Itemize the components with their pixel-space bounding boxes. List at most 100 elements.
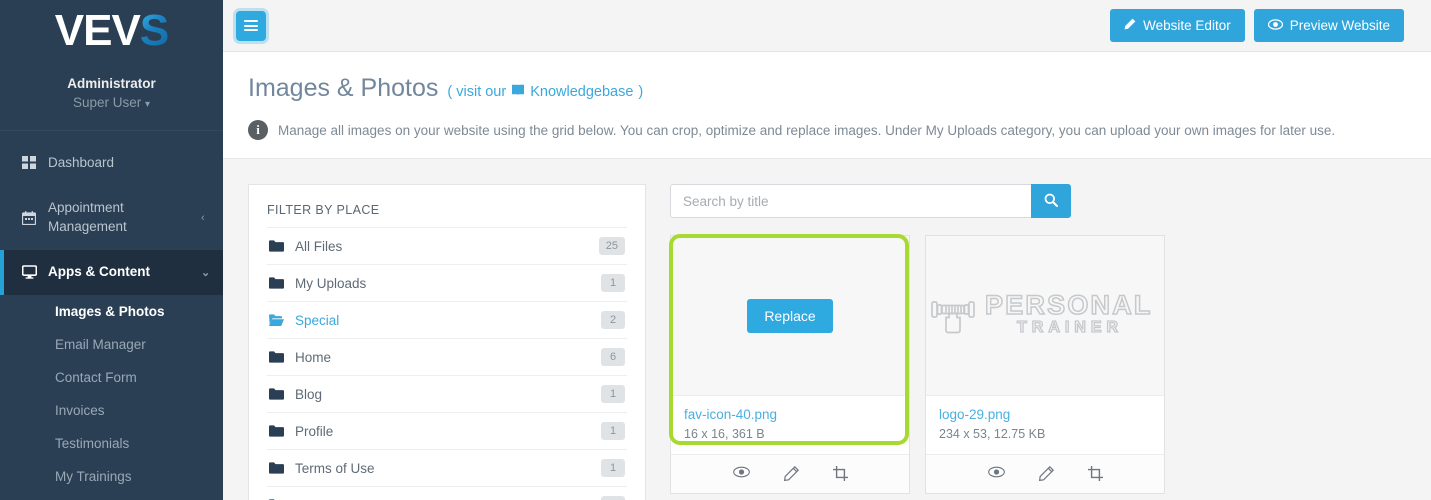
- search-button[interactable]: [1031, 184, 1071, 218]
- hamburger-menu-button[interactable]: [236, 10, 266, 41]
- folder-icon: [269, 351, 295, 363]
- folder-label: Home: [295, 349, 332, 365]
- card-actions: [926, 454, 1164, 493]
- info-notice-text: Manage all images on your website using …: [278, 122, 1336, 138]
- logo-main-text: PERSONAL: [985, 290, 1153, 320]
- kb-suffix-text: ): [638, 84, 644, 100]
- sidebar-item-label: Apps & Content: [48, 263, 150, 279]
- search-icon: [1044, 193, 1058, 210]
- folder-label: All Files: [295, 238, 343, 254]
- crop-icon[interactable]: [832, 466, 848, 481]
- user-profile: Administrator Super User ▾: [0, 62, 223, 131]
- page-header: Images & Photos ( visit our Knowledgebas…: [223, 52, 1431, 159]
- kb-prefix-text: ( visit our: [447, 84, 507, 100]
- logo-blue-part: S: [139, 6, 169, 55]
- edit-icon[interactable]: [783, 466, 799, 481]
- sidebar-item-contact-form[interactable]: Contact Form: [0, 361, 223, 394]
- page-title-row: Images & Photos ( visit our Knowledgebas…: [248, 74, 1404, 103]
- sidebar-item-invoices[interactable]: Invoices: [0, 394, 223, 427]
- main-area: Website Editor Preview Website Images & …: [223, 0, 1431, 500]
- folder-item-my-uploads[interactable]: My Uploads 1: [267, 264, 627, 301]
- preview-icon[interactable]: [987, 466, 1005, 481]
- top-bar: Website Editor Preview Website: [223, 0, 1431, 52]
- preview-icon[interactable]: [732, 466, 750, 481]
- folder-icon: [269, 388, 295, 400]
- folder-count-badge: 1: [601, 422, 625, 440]
- folder-label: My Uploads: [295, 275, 367, 291]
- sidebar-item-appointment-management[interactable]: Appointment Management ‹: [0, 186, 223, 250]
- folder-count-badge: 1: [601, 274, 625, 292]
- replace-button[interactable]: Replace: [747, 298, 833, 333]
- folder-item-all-files[interactable]: All Files 25: [267, 227, 627, 264]
- folder-open-icon: [269, 314, 295, 326]
- profile-role[interactable]: Super User ▾: [0, 95, 223, 110]
- info-notice: i Manage all images on your website usin…: [248, 120, 1404, 140]
- cards-grid: Replace fav-icon-40.png 16 x 16, 361 B P…: [669, 234, 1404, 494]
- edit-icon[interactable]: [1038, 466, 1054, 481]
- personal-trainer-logo: PERSONAL TRAINER: [930, 289, 1160, 341]
- knowledgebase-label: Knowledgebase: [530, 84, 634, 100]
- sidebar-item-my-trainings[interactable]: My Trainings: [0, 460, 223, 493]
- sidebar-item-dashboard[interactable]: Dashboard: [0, 141, 223, 186]
- folder-item-terms-of-use[interactable]: Terms of Use 1: [267, 449, 627, 486]
- knowledgebase-note: ( visit our Knowledgebase ): [447, 84, 643, 100]
- folder-label: Blog: [295, 386, 323, 402]
- folder-count-badge: 1: [601, 459, 625, 477]
- folder-item-special[interactable]: Special 2: [267, 301, 627, 338]
- dashboard-grid-icon: [22, 156, 48, 170]
- folder-icon: [269, 240, 295, 252]
- sidebar-item-email-manager[interactable]: Email Manager: [0, 328, 223, 361]
- sidebar-nav: Dashboard Appointment Management ‹ Apps …: [0, 131, 223, 499]
- card-thumbnail: Replace: [671, 236, 909, 396]
- folder-count-badge: 1: [601, 496, 625, 500]
- knowledgebase-link[interactable]: Knowledgebase: [511, 84, 633, 100]
- sidebar-item-label: Dashboard: [48, 155, 115, 170]
- brand-logo[interactable]: VEVS: [0, 0, 223, 62]
- folder-icon: [269, 277, 295, 289]
- card-dimensions-text: 16 x 16, 361 B: [684, 427, 765, 441]
- card-filename-link[interactable]: logo-29.png: [939, 407, 1151, 422]
- image-card-logo[interactable]: PERSONAL TRAINER logo-29.png 234 x 53, 1…: [925, 235, 1165, 494]
- chevron-down-icon: ⌄: [201, 266, 211, 279]
- image-card-fav-icon[interactable]: Replace fav-icon-40.png 16 x 16, 361 B: [669, 234, 910, 494]
- chevron-down-icon: ▾: [145, 99, 151, 110]
- monitor-icon: [22, 265, 48, 279]
- preview-website-label: Preview Website: [1289, 18, 1390, 33]
- sidebar-subnav: Images & Photos Email Manager Contact Fo…: [0, 294, 223, 499]
- folder-count-badge: 2: [601, 311, 625, 329]
- website-editor-label: Website Editor: [1143, 18, 1231, 33]
- image-gallery: Replace fav-icon-40.png 16 x 16, 361 B: [669, 184, 1404, 500]
- folder-icon: [269, 425, 295, 437]
- folder-item-blog[interactable]: Blog 1: [267, 375, 627, 412]
- logo-white-part: VEV: [54, 6, 141, 55]
- crop-icon[interactable]: [1087, 466, 1103, 481]
- preview-website-button[interactable]: Preview Website: [1253, 9, 1404, 42]
- topbar-actions: Website Editor Preview Website: [1110, 9, 1404, 42]
- card-dimensions-text: 234 x 53, 12.75 KB: [939, 427, 1046, 441]
- folder-count-badge: 6: [601, 348, 625, 366]
- card-thumbnail: PERSONAL TRAINER: [926, 236, 1164, 396]
- chevron-left-icon: ‹: [201, 211, 205, 224]
- profile-role-label: Super User: [72, 95, 142, 110]
- folder-label: Terms of Use: [295, 460, 375, 476]
- folder-label: Special: [295, 312, 340, 328]
- folder-item-thank-you[interactable]: Thank You 1: [267, 486, 627, 500]
- card-meta: fav-icon-40.png 16 x 16, 361 B: [671, 396, 909, 454]
- search-input[interactable]: [670, 184, 1031, 218]
- search-bar: [670, 184, 1404, 218]
- sidebar: VEVS Administrator Super User ▾ Dashboar…: [0, 0, 223, 500]
- info-circle-icon: i: [248, 120, 268, 140]
- folder-item-profile[interactable]: Profile 1: [267, 412, 627, 449]
- logo-text: VEVS: [54, 6, 169, 55]
- eye-icon: [1267, 18, 1283, 33]
- page-title: Images & Photos: [248, 74, 439, 102]
- card-filename-link[interactable]: fav-icon-40.png: [684, 407, 896, 422]
- dumbbell-icon: [930, 290, 976, 341]
- website-editor-button[interactable]: Website Editor: [1110, 9, 1245, 42]
- card-actions: [671, 454, 909, 493]
- folder-item-home[interactable]: Home 6: [267, 338, 627, 375]
- sidebar-item-testimonials[interactable]: Testimonials: [0, 427, 223, 460]
- sidebar-item-apps-and-content[interactable]: Apps & Content ⌄: [0, 249, 223, 295]
- sidebar-item-images-and-photos[interactable]: Images & Photos: [0, 295, 223, 328]
- filter-panel-title: FILTER BY PLACE: [267, 203, 380, 217]
